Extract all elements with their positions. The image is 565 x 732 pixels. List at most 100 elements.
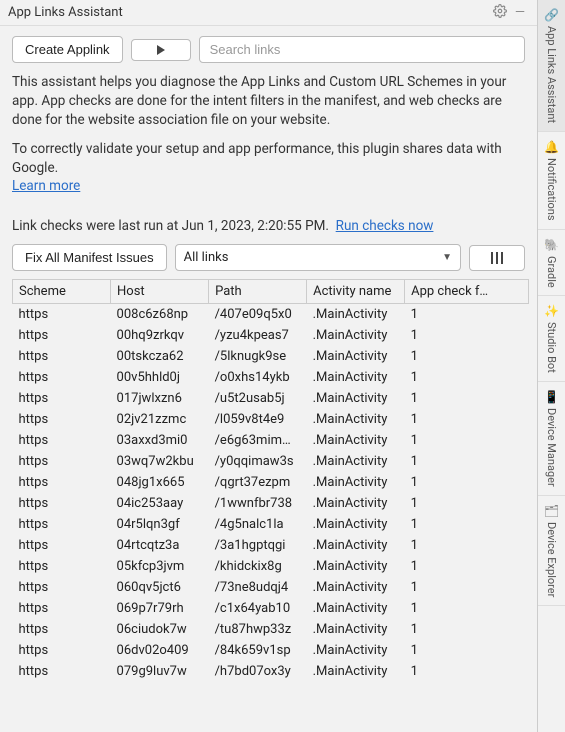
cell-activity: .MainActivity — [307, 325, 405, 346]
cell-activity: .MainActivity — [307, 514, 405, 535]
cell-appcheck: 1 — [405, 472, 529, 493]
rail-item-device-explorer[interactable]: 🗂Device Explorer — [538, 496, 565, 606]
cell-host: 06dv02o409 — [111, 640, 209, 661]
rail-item-notifications[interactable]: 🔔 Notifications — [538, 132, 565, 230]
cell-activity: .MainActivity — [307, 619, 405, 640]
cell-path: /tu87hwp33z — [209, 619, 307, 640]
table-row[interactable]: https00tskcza62/5lknugk9se.MainActivity1 — [13, 346, 529, 367]
table-row[interactable]: https06ciudok7w/tu87hwp33z.MainActivity1 — [13, 619, 529, 640]
chevron-down-icon: ▼ — [442, 252, 452, 263]
table-row[interactable]: https060qv5jct6/73ne8udqj4.MainActivity1 — [13, 577, 529, 598]
rail-item-app-links-assistant[interactable]: 🔗App Links Assistant — [538, 0, 565, 132]
gear-icon[interactable] — [489, 2, 511, 24]
run-button[interactable] — [131, 39, 191, 61]
cell-host: 079g9luv7w — [111, 661, 209, 682]
cell-appcheck: 1 — [405, 346, 529, 367]
cell-host: 04ic253aay — [111, 493, 209, 514]
header-host[interactable]: Host — [111, 280, 209, 304]
cell-appcheck: 1 — [405, 367, 529, 388]
header-scheme[interactable]: Scheme — [13, 280, 111, 304]
cell-path: /yzu4kpeas7 — [209, 325, 307, 346]
device-explorer-icon: 🗂 — [544, 504, 559, 518]
create-applink-button[interactable]: Create Applink — [12, 36, 123, 63]
cell-path: /5lknugk9se — [209, 346, 307, 367]
cell-scheme: https — [13, 514, 111, 535]
table-row[interactable]: https017jwlxzn6/u5t2usab5j.MainActivity1 — [13, 388, 529, 409]
cell-path: /4g5nalc1la — [209, 514, 307, 535]
table-row[interactable]: https04rtcqtz3a/3a1hgptqgi.MainActivity1 — [13, 535, 529, 556]
cell-path: /84k659v1sp — [209, 640, 307, 661]
table-row[interactable]: https04r5lqn3gf/4g5nalc1la.MainActivity1 — [13, 514, 529, 535]
cell-path: /o0xhs14ykb — [209, 367, 307, 388]
cell-host: 04r5lqn3gf — [111, 514, 209, 535]
description-p1: This assistant helps you diagnose the Ap… — [12, 73, 525, 130]
cell-activity: .MainActivity — [307, 304, 405, 326]
learn-more-link[interactable]: Learn more — [12, 178, 80, 194]
links-table: Scheme Host Path Activity name App check… — [12, 279, 529, 682]
cell-host: 05kfcp3jvm — [111, 556, 209, 577]
rail-item-studio-bot[interactable]: ✨Studio Bot — [538, 296, 565, 382]
header-path[interactable]: Path — [209, 280, 307, 304]
panel-title: App Links Assistant — [8, 5, 489, 20]
main-panel: App Links Assistant — Create Applink Thi… — [0, 0, 538, 732]
cell-host: 03axxd3mi0 — [111, 430, 209, 451]
rail-item-label: Device Manager — [545, 408, 558, 487]
table-row[interactable]: https02jv21zzmc/l059v8t4e9.MainActivity1 — [13, 409, 529, 430]
cell-scheme: https — [13, 661, 111, 682]
table-row[interactable]: https03wq7w2kbu/y0qqimaw3s.MainActivity1 — [13, 451, 529, 472]
last-run-text: Link checks were last run at Jun 1, 2023… — [12, 218, 329, 234]
cell-appcheck: 1 — [405, 430, 529, 451]
cell-appcheck: 1 — [405, 661, 529, 682]
cell-activity: .MainActivity — [307, 556, 405, 577]
table-row[interactable]: https06dv02o409/84k659v1sp.MainActivity1 — [13, 640, 529, 661]
table-wrap[interactable]: Scheme Host Path Activity name App check… — [12, 279, 529, 728]
cell-appcheck: 1 — [405, 325, 529, 346]
cell-host: 048jg1x665 — [111, 472, 209, 493]
cell-activity: .MainActivity — [307, 409, 405, 430]
side-rail: 🔗App Links Assistant 🔔 Notifications 🐘Gradl… — [538, 0, 565, 732]
rail-item-gradle[interactable]: 🐘Gradle — [538, 230, 565, 297]
filter-select[interactable]: All links ▼ — [175, 244, 461, 271]
cell-path: /1wwnfbr738 — [209, 493, 307, 514]
table-row[interactable]: https048jg1x665/qgrt37ezpm.MainActivity1 — [13, 472, 529, 493]
columns-button[interactable] — [469, 245, 525, 271]
header-appcheck[interactable]: App check f… — [405, 280, 529, 304]
cell-activity: .MainActivity — [307, 472, 405, 493]
cell-scheme: https — [13, 346, 111, 367]
cell-host: 008c6z68np — [111, 304, 209, 326]
cell-activity: .MainActivity — [307, 577, 405, 598]
cell-scheme: https — [13, 598, 111, 619]
cell-appcheck: 1 — [405, 619, 529, 640]
table-row[interactable]: https05kfcp3jvm/khidckix8g.MainActivity1 — [13, 556, 529, 577]
search-input[interactable] — [199, 36, 525, 63]
run-checks-link[interactable]: Run checks now — [336, 218, 434, 234]
gradle-icon: 🐘 — [544, 238, 559, 252]
cell-path: /u5t2usab5j — [209, 388, 307, 409]
table-row[interactable]: https069p7r79rh/c1x64yab10.MainActivity1 — [13, 598, 529, 619]
table-row[interactable]: https03axxd3mi0/e6g63mim….MainActivity1 — [13, 430, 529, 451]
cell-scheme: https — [13, 325, 111, 346]
table-row[interactable]: https008c6z68np/407e09q5x0.MainActivity1 — [13, 304, 529, 326]
toolbar: Create Applink — [0, 26, 537, 73]
fix-manifest-button[interactable]: Fix All Manifest Issues — [12, 244, 167, 271]
cell-host: 04rtcqtz3a — [111, 535, 209, 556]
cell-activity: .MainActivity — [307, 451, 405, 472]
cell-appcheck: 1 — [405, 640, 529, 661]
cell-path: /73ne8udqj4 — [209, 577, 307, 598]
table-row[interactable]: https079g9luv7w/h7bd07ox3y.MainActivity1 — [13, 661, 529, 682]
rail-item-device-manager[interactable]: 📱Device Manager — [538, 382, 565, 496]
cell-appcheck: 1 — [405, 598, 529, 619]
rail-item-label: Notifications — [545, 158, 558, 221]
header-activity[interactable]: Activity name — [307, 280, 405, 304]
cell-scheme: https — [13, 535, 111, 556]
cell-path: /e6g63mim… — [209, 430, 307, 451]
notifications-icon: 🔔 — [544, 140, 559, 154]
table-row[interactable]: https00v5hhld0j/o0xhs14ykb.MainActivity1 — [13, 367, 529, 388]
table-row[interactable]: https00hq9zrkqv/yzu4kpeas7.MainActivity1 — [13, 325, 529, 346]
cell-scheme: https — [13, 493, 111, 514]
cell-host: 00hq9zrkqv — [111, 325, 209, 346]
table-row[interactable]: https04ic253aay/1wwnfbr738.MainActivity1 — [13, 493, 529, 514]
minimize-icon[interactable]: — — [511, 3, 529, 22]
cell-host: 03wq7w2kbu — [111, 451, 209, 472]
cell-scheme: https — [13, 388, 111, 409]
